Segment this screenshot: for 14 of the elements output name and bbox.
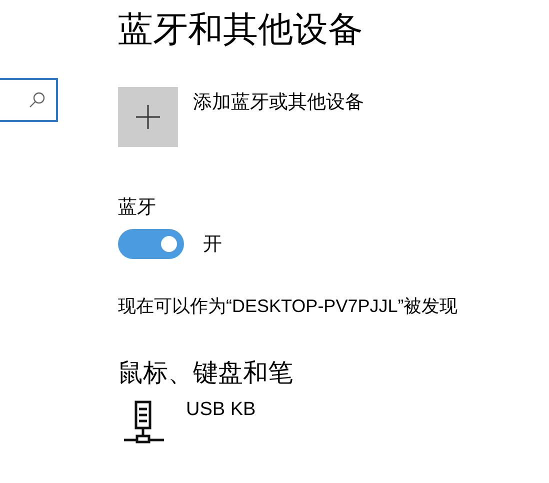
device-item[interactable]: USB KB xyxy=(124,400,458,446)
toggle-state-label: 开 xyxy=(203,232,222,257)
discoverable-text: 现在可以作为“DESKTOP-PV7PJJL”被发现 xyxy=(118,295,458,318)
page-title: 蓝牙和其他设备 xyxy=(118,9,364,52)
tower-computer-icon xyxy=(124,400,164,446)
add-device-label[interactable]: 添加蓝牙或其他设备 xyxy=(193,88,364,116)
bluetooth-label: 蓝牙 xyxy=(118,195,157,220)
section-title: 鼠标、键盘和笔 xyxy=(118,357,294,389)
plus-icon xyxy=(136,105,160,129)
add-device-button[interactable] xyxy=(118,87,178,147)
search-field[interactable] xyxy=(0,78,58,122)
bluetooth-toggle[interactable] xyxy=(118,229,184,259)
search-icon xyxy=(28,91,46,109)
device-name: USB KB xyxy=(186,398,256,422)
